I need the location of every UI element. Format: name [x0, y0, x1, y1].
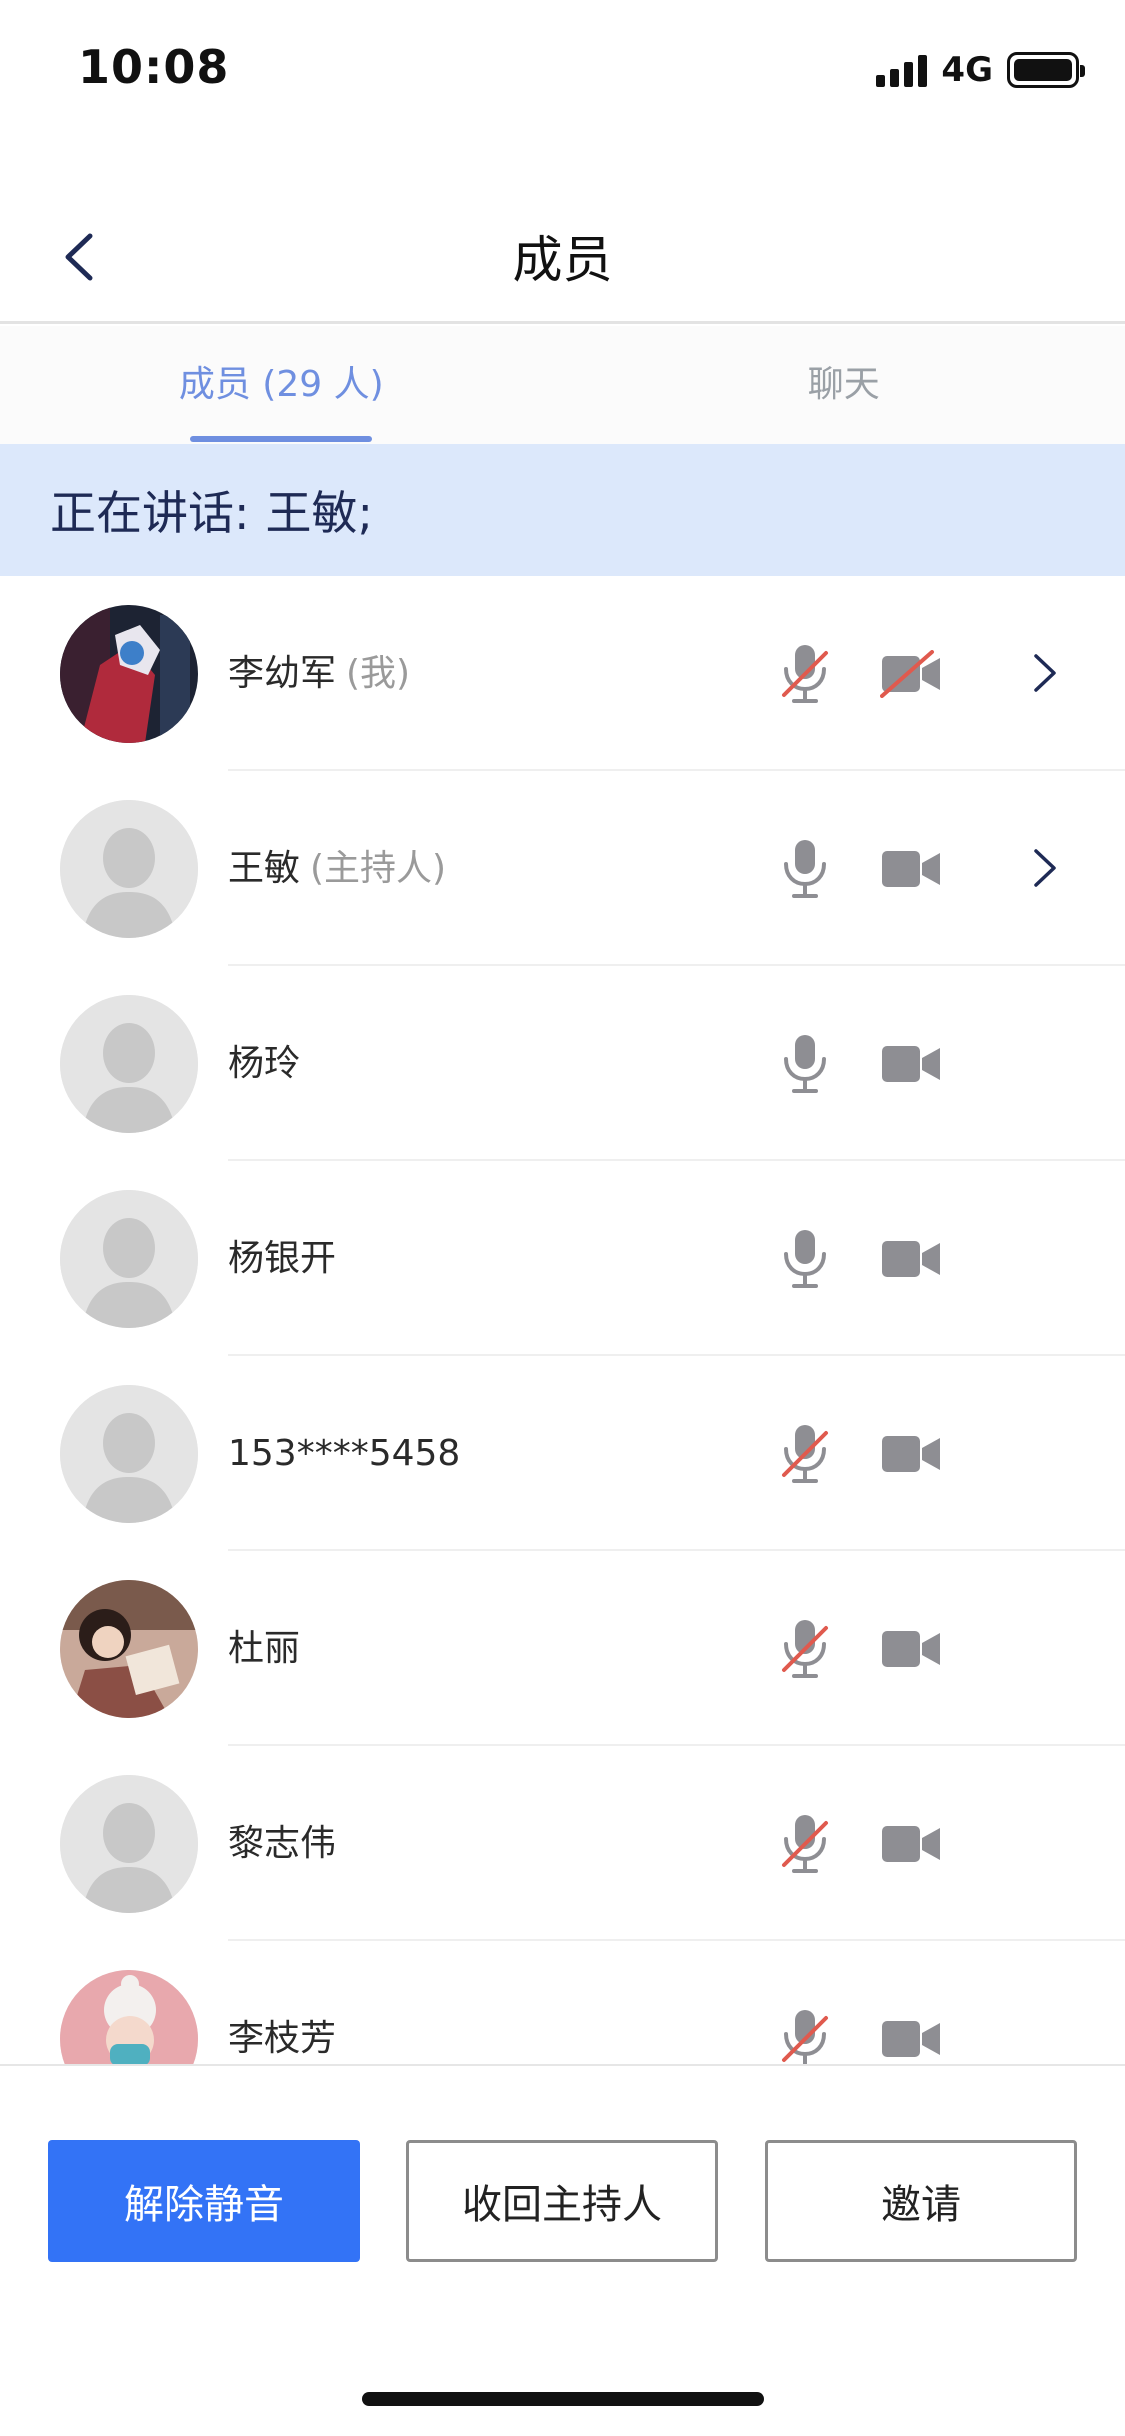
avatar [60, 1775, 198, 1913]
video-camera-icon[interactable] [880, 845, 942, 893]
tab-chat-label: 聊天 [807, 364, 880, 405]
member-name: 153****5458 [228, 1356, 460, 1551]
speaking-names: 王敏; [265, 486, 374, 540]
status-time: 10:08 [78, 40, 230, 94]
tab-active-indicator [190, 436, 372, 442]
member-name: 杨银开 [228, 1161, 336, 1356]
member-name-text: 李枝芳 [228, 2018, 337, 2059]
member-row[interactable]: 杨玲 [0, 966, 1125, 1161]
member-name: 杜丽 [228, 1551, 300, 1746]
member-name-text: 黎志伟 [228, 1823, 337, 1864]
chevron-right-icon[interactable] [1030, 845, 1060, 891]
avatar [60, 1580, 198, 1718]
action-bar: 解除静音 收回主持人 邀请 [0, 2064, 1125, 2436]
member-role: (主持人) [310, 848, 447, 889]
signal-icon [876, 53, 928, 87]
video-camera-icon[interactable] [880, 2015, 942, 2063]
microphone-muted-icon[interactable] [780, 1423, 830, 1485]
member-name: 李幼军 (我) [228, 576, 410, 771]
avatar [60, 1385, 198, 1523]
video-camera-icon[interactable] [880, 1625, 942, 1673]
invite-button[interactable]: 邀请 [765, 2140, 1077, 2262]
member-list[interactable]: 李幼军 (我) 王敏 (主持人) 杨玲 杨银开 153****5458 杜丽 黎志伟 李枝芳 [0, 576, 1125, 2064]
tab-members[interactable]: 成员 (29 人) [0, 326, 563, 444]
member-name-text: 杨玲 [228, 1043, 301, 1084]
unmute-button[interactable]: 解除静音 [48, 2140, 360, 2262]
tab-chat[interactable]: 聊天 [563, 326, 1125, 444]
microphone-muted-icon[interactable] [780, 2008, 830, 2064]
microphone-icon[interactable] [780, 1033, 830, 1095]
video-camera-icon[interactable] [880, 1040, 942, 1088]
status-indicators: 4G [876, 48, 1085, 92]
home-indicator [362, 2392, 764, 2406]
avatar [60, 1970, 198, 2064]
tab-bar: 成员 (29 人) 聊天 [0, 326, 1125, 444]
page-title: 成员 [512, 231, 613, 289]
avatar [60, 1190, 198, 1328]
member-name-text: 153****5458 [228, 1433, 461, 1474]
avatar [60, 800, 198, 938]
member-row[interactable]: 黎志伟 [0, 1746, 1125, 1941]
member-name: 王敏 (主持人) [228, 771, 446, 966]
nav-bar: 成员 [0, 190, 1125, 324]
battery-icon [1007, 52, 1085, 88]
microphone-muted-icon[interactable] [780, 643, 830, 705]
avatar [60, 995, 198, 1133]
member-row[interactable]: 李幼军 (我) [0, 576, 1125, 771]
member-row[interactable]: 李枝芳 [0, 1941, 1125, 2064]
member-name: 李枝芳 [228, 1941, 336, 2064]
video-camera-icon[interactable] [880, 1820, 942, 1868]
member-name-text: 王敏 [228, 848, 301, 889]
member-role: (我) [346, 653, 411, 694]
microphone-muted-icon[interactable] [780, 1618, 830, 1680]
member-row[interactable]: 王敏 (主持人) [0, 771, 1125, 966]
member-row[interactable]: 153****5458 [0, 1356, 1125, 1551]
video-camera-icon[interactable] [880, 1235, 942, 1283]
microphone-icon[interactable] [780, 838, 830, 900]
speaking-banner: 正在讲话: 王敏; [0, 444, 1125, 576]
member-name: 黎志伟 [228, 1746, 336, 1941]
chevron-right-icon[interactable] [1030, 650, 1060, 696]
video-camera-icon[interactable] [880, 1430, 942, 1478]
microphone-icon[interactable] [780, 1228, 830, 1290]
microphone-muted-icon[interactable] [780, 1813, 830, 1875]
member-row[interactable]: 杨银开 [0, 1161, 1125, 1356]
member-name: 杨玲 [228, 966, 300, 1161]
member-name-text: 杨银开 [228, 1238, 337, 1279]
revoke-host-button[interactable]: 收回主持人 [406, 2140, 718, 2262]
member-name-text: 杜丽 [228, 1628, 301, 1669]
network-type: 4G [941, 50, 993, 90]
video-camera-off-icon[interactable] [880, 650, 942, 698]
member-row[interactable]: 杜丽 [0, 1551, 1125, 1746]
speaking-label: 正在讲话: [50, 486, 250, 540]
tab-members-label: 成员 (29 人) [178, 364, 384, 405]
status-bar: 10:08 4G [0, 0, 1125, 132]
avatar [60, 605, 198, 743]
member-name-text: 李幼军 [228, 653, 337, 694]
